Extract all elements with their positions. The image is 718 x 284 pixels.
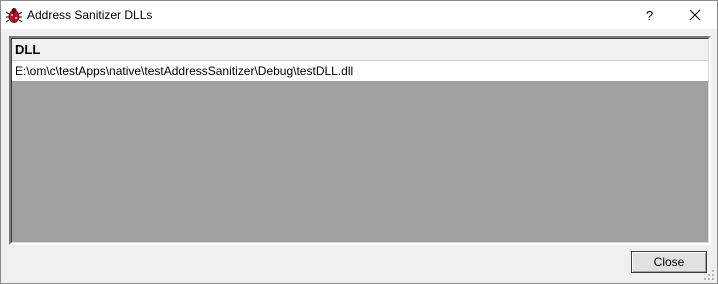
title-bar[interactable]: Address Sanitizer DLLs ? [1,1,717,29]
help-icon: ? [645,7,654,23]
close-button[interactable]: Close [631,251,707,273]
dialog-window: Address Sanitizer DLLs ? DLL E:\om\c\tes… [0,0,718,284]
help-button[interactable]: ? [627,1,672,29]
resize-grip-icon[interactable] [703,269,715,281]
bug-icon [5,8,23,23]
column-header-dll[interactable]: DLL [15,42,40,57]
window-title: Address Sanitizer DLLs [27,8,153,22]
window-close-button[interactable] [672,1,717,29]
dll-path-cell: E:\om\c\testApps\native\testAddressSanit… [15,64,354,78]
dll-list[interactable]: DLL E:\om\c\testApps\native\testAddressS… [9,36,711,245]
close-icon [689,9,700,21]
table-row[interactable]: E:\om\c\testApps\native\testAddressSanit… [12,61,708,81]
dll-list-frame: DLL E:\om\c\testApps\native\testAddressS… [11,38,709,243]
list-header[interactable]: DLL [12,39,708,61]
